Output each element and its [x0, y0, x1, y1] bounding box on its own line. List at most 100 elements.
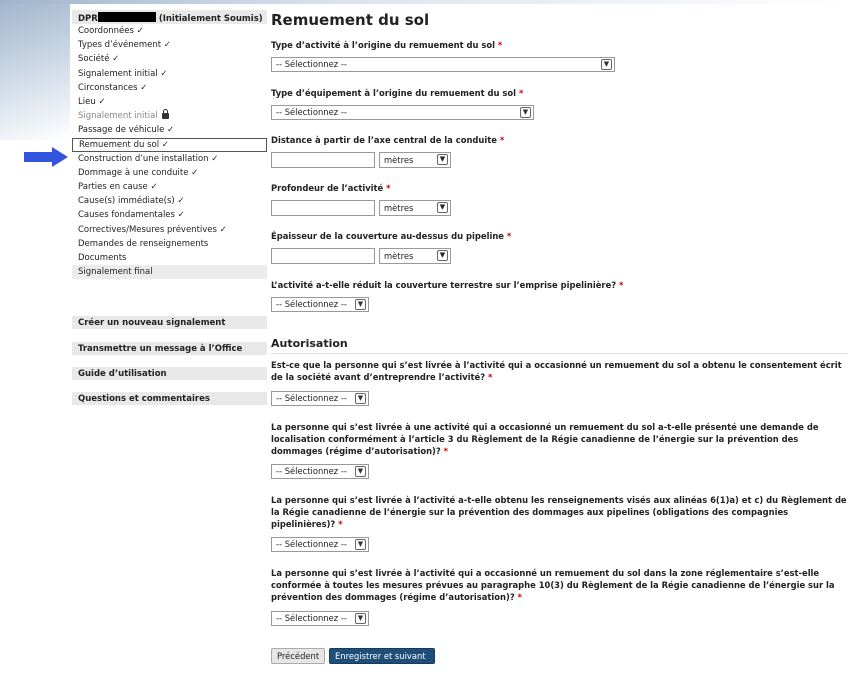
cover-thickness-input[interactable] — [271, 248, 375, 264]
label-distance-text: Distance à partir de l’axe central de la… — [271, 135, 497, 145]
unit-value: mètres — [384, 155, 414, 165]
sidebar-item-demandes-renseignements[interactable]: Demandes de renseignements — [72, 237, 267, 251]
q2-select[interactable]: -- Sélectionnez -- ▼ — [271, 464, 369, 479]
sidebar-item-signalement-initial-locked: Signalement initial — [72, 109, 267, 123]
chevron-down-icon: ▼ — [437, 202, 448, 213]
report-id-prefix: DPR — [78, 14, 98, 24]
chevron-down-icon: ▼ — [601, 59, 612, 70]
label-equipment-type: Type d’équipement à l’origine du remueme… — [271, 87, 523, 99]
equipment-type-select[interactable]: -- Sélectionnez -- ▼ — [271, 105, 534, 120]
sidebar-item-dommage-conduite[interactable]: Dommage à une conduite ✓ — [72, 166, 267, 180]
select-value: -- Sélectionnez -- — [276, 299, 347, 309]
sidebar-nav: Coordonnées ✓ Types d’événement ✓ Sociét… — [72, 24, 267, 280]
required-mark: * — [619, 280, 624, 290]
sidebar-item-parties-en-cause[interactable]: Parties en cause ✓ — [72, 180, 267, 194]
label-q4: La personne qui s’est livrée à l’activit… — [271, 567, 847, 603]
required-mark: * — [443, 446, 449, 456]
sidebar-item-coordonnees[interactable]: Coordonnées ✓ — [72, 24, 267, 38]
report-header: DPR (Initialement Soumis) — [72, 10, 267, 24]
q4-select[interactable]: -- Sélectionnez -- ▼ — [271, 611, 369, 626]
select-value: -- Sélectionnez -- — [276, 613, 347, 623]
pointer-arrow-icon — [24, 147, 68, 167]
chevron-down-icon: ▼ — [355, 466, 366, 477]
select-value: -- Sélectionnez -- — [276, 393, 347, 403]
report-status: (Initialement Soumis) — [158, 14, 263, 24]
page-title: Remuement du sol — [271, 11, 430, 29]
label-q4-text: La personne qui s’est livrée à l’activit… — [271, 568, 835, 602]
label-q3: La personne qui s’est livrée à l’activit… — [271, 494, 847, 530]
chevron-down-icon: ▼ — [355, 613, 366, 624]
cover-thickness-unit-select[interactable]: mètres ▼ — [379, 248, 451, 264]
label-equipment-type-text: Type d’équipement à l’origine du remueme… — [271, 88, 517, 98]
select-value: -- Sélectionnez -- — [276, 107, 347, 117]
sidebar-item-signalement-initial[interactable]: Signalement initial ✓ — [72, 67, 267, 81]
required-mark: * — [518, 88, 524, 98]
chevron-down-icon: ▼ — [520, 107, 531, 118]
unit-value: mètres — [384, 251, 414, 261]
sidebar-item-label: Signalement initial — [78, 111, 158, 122]
chevron-down-icon: ▼ — [437, 250, 448, 261]
chevron-down-icon: ▼ — [355, 539, 366, 550]
label-q1-text: Est-ce que la personne qui s’est livrée … — [271, 360, 842, 382]
decorative-corner — [0, 0, 70, 140]
required-mark: * — [499, 135, 505, 145]
previous-button[interactable]: Précédent — [271, 648, 325, 664]
chevron-down-icon: ▼ — [437, 154, 448, 165]
label-q2-text: La personne qui s’est livrée à une activ… — [271, 422, 819, 456]
sidebar-item-remuement-du-sol[interactable]: Remuement du sol ✓ — [72, 137, 267, 152]
sidebar-item-causes-immediates[interactable]: Cause(s) immédiate(s) ✓ — [72, 194, 267, 208]
required-mark: * — [497, 40, 503, 50]
label-distance: Distance à partir de l’axe central de la… — [271, 134, 504, 146]
required-mark: * — [487, 372, 493, 382]
label-activity-type-text: Type d’activité à l’origine du remuement… — [271, 40, 495, 50]
select-value: -- Sélectionnez -- — [276, 539, 347, 549]
section-divider — [271, 353, 847, 354]
activity-type-select[interactable]: -- Sélectionnez -- ▼ — [271, 57, 615, 72]
cover-reduced-select[interactable]: -- Sélectionnez -- ▼ — [271, 297, 369, 312]
label-cover-reduced: L’activité a-t-elle réduit la couverture… — [271, 279, 623, 291]
required-mark: * — [338, 519, 343, 529]
select-value: -- Sélectionnez -- — [276, 59, 347, 69]
link-message-office[interactable]: Transmettre un message à l’Office — [72, 342, 267, 355]
q1-select[interactable]: -- Sélectionnez -- ▼ — [271, 391, 369, 406]
distance-input[interactable] — [271, 152, 375, 168]
link-questions[interactable]: Questions et commentaires — [72, 392, 267, 405]
save-next-button[interactable]: Enregistrer et suivant — [329, 648, 435, 664]
required-mark: * — [517, 592, 523, 602]
lock-icon — [161, 109, 169, 120]
depth-unit-select[interactable]: mètres ▼ — [379, 200, 451, 216]
label-q2: La personne qui s’est livrée à une activ… — [271, 421, 847, 457]
label-cover-thickness-text: Épaisseur de la couverture au-dessus du … — [271, 231, 504, 241]
sidebar-item-construction-installation[interactable]: Construction d’une installation ✓ — [72, 152, 267, 166]
chevron-down-icon: ▼ — [355, 393, 366, 404]
required-mark: * — [506, 231, 512, 241]
redacted-block — [97, 12, 156, 22]
sidebar-item-societe[interactable]: Société ✓ — [72, 52, 267, 66]
select-value: -- Sélectionnez -- — [276, 466, 347, 476]
label-depth-text: Profondeur de l’activité — [271, 183, 384, 193]
sidebar: DPR (Initialement Soumis) Coordonnées ✓ … — [72, 10, 267, 405]
link-new-report[interactable]: Créer un nouveau signalement — [72, 316, 267, 329]
section-title-authorization: Autorisation — [271, 337, 348, 350]
sidebar-item-signalement-final[interactable]: Signalement final — [72, 265, 267, 280]
sidebar-item-documents[interactable]: Documents — [72, 251, 267, 265]
sidebar-item-lieu[interactable]: Lieu ✓ — [72, 95, 267, 109]
label-activity-type: Type d’activité à l’origine du remuement… — [271, 39, 502, 51]
distance-unit-select[interactable]: mètres ▼ — [379, 152, 451, 168]
sidebar-item-mesures-preventives[interactable]: Correctives/Mesures préventives ✓ — [72, 223, 267, 237]
chevron-down-icon: ▼ — [355, 299, 366, 310]
sidebar-item-types-evenement[interactable]: Types d’événement ✓ — [72, 38, 267, 52]
label-q3-text: La personne qui s’est livrée à l’activit… — [271, 495, 847, 529]
q3-select[interactable]: -- Sélectionnez -- ▼ — [271, 537, 369, 552]
decorative-top-line — [0, 0, 851, 4]
depth-input[interactable] — [271, 200, 375, 216]
required-mark: * — [386, 183, 391, 193]
label-cover-thickness: Épaisseur de la couverture au-dessus du … — [271, 230, 511, 242]
sidebar-item-circonstances[interactable]: Circonstances ✓ — [72, 81, 267, 95]
sidebar-item-passage-vehicule[interactable]: Passage de véhicule ✓ — [72, 123, 267, 137]
unit-value: mètres — [384, 203, 414, 213]
label-q1: Est-ce que la personne qui s’est livrée … — [271, 359, 847, 383]
link-user-guide[interactable]: Guide d’utilisation — [72, 367, 267, 380]
label-cover-reduced-text: L’activité a-t-elle réduit la couverture… — [271, 280, 617, 290]
sidebar-item-causes-fondamentales[interactable]: Causes fondamentales ✓ — [72, 208, 267, 222]
